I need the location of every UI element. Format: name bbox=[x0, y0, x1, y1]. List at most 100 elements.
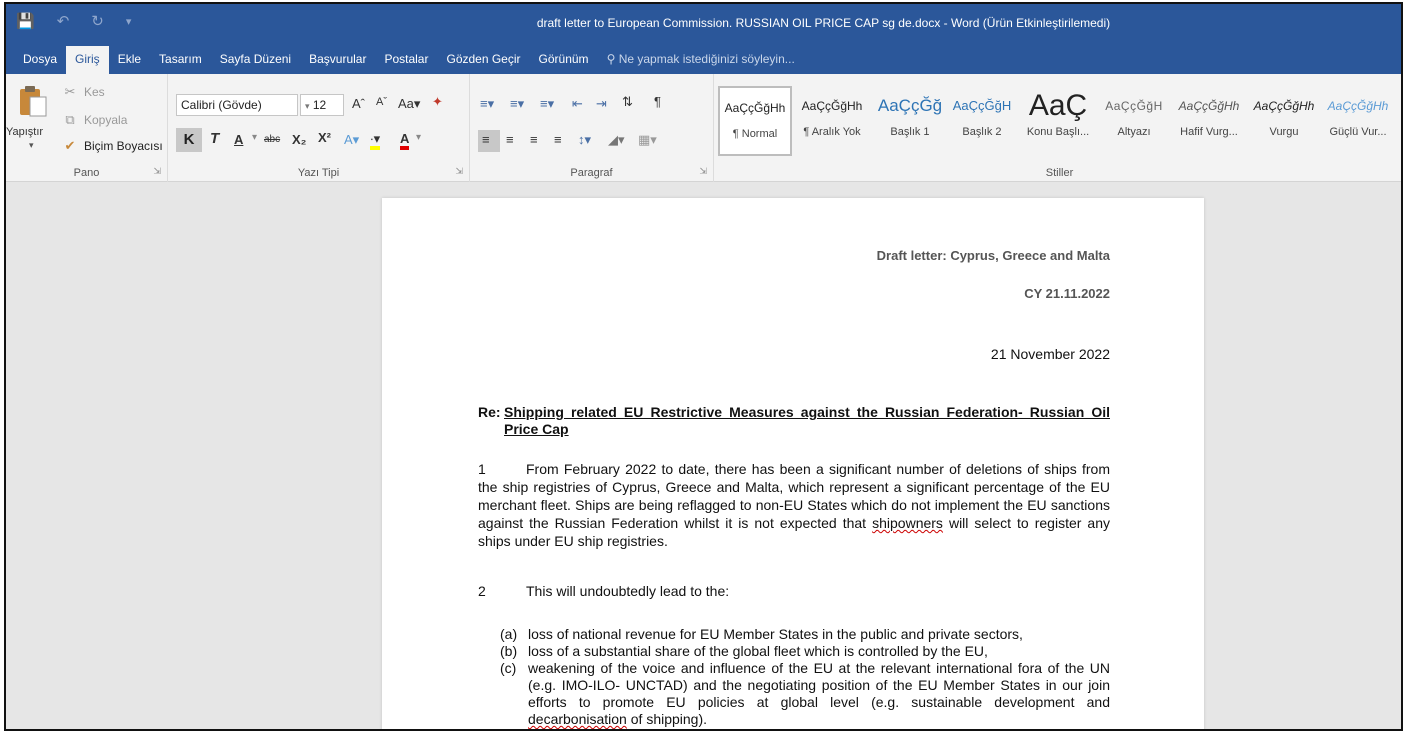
style-emphasis[interactable]: AaÇçĞğHh Vurgu bbox=[1248, 86, 1320, 156]
cut-button[interactable]: ✂ Kes bbox=[62, 84, 105, 100]
scissors-icon: ✂ bbox=[64, 84, 76, 99]
tab-basvurular[interactable]: Başvurular bbox=[300, 46, 375, 74]
style-no-spacing[interactable]: AaÇçĞğHh ¶ Aralık Yok bbox=[794, 86, 870, 156]
style-heading-2[interactable]: AaÇçĞğH Başlık 2 bbox=[948, 86, 1016, 156]
borders-icon[interactable]: ▦▾ bbox=[638, 132, 657, 148]
clipboard-launcher-icon[interactable]: ⇲ bbox=[153, 166, 161, 177]
paragraph-launcher-icon[interactable]: ⇲ bbox=[699, 166, 707, 177]
document-page[interactable]: Draft letter: Cyprus, Greece and Malta C… bbox=[382, 198, 1204, 729]
shrink-font-icon[interactable]: Aˇ bbox=[376, 96, 387, 108]
numbering-icon[interactable]: ≡▾ bbox=[510, 96, 524, 112]
style-heading-2-sample: AaÇçĞğH bbox=[952, 98, 1012, 113]
letter-date: 21 November 2022 bbox=[990, 346, 1110, 362]
style-no-spacing-sample: AaÇçĞğHh bbox=[801, 99, 863, 113]
italic-button[interactable]: T bbox=[210, 130, 219, 147]
text-effects-icon[interactable]: A▾ bbox=[344, 132, 359, 148]
show-formatting-marks-icon[interactable]: ¶ bbox=[654, 94, 661, 109]
tab-giris[interactable]: Giriş bbox=[66, 46, 109, 74]
paste-icon[interactable] bbox=[18, 84, 48, 118]
format-painter-button[interactable]: ✔ Biçim Boyacısı bbox=[62, 138, 163, 154]
paragraph-1: 1 From February 2022 to date, there has b… bbox=[478, 460, 1110, 550]
style-emphasis-sample: AaÇçĞğHh bbox=[1253, 99, 1315, 113]
subject-label: Re: bbox=[478, 404, 501, 420]
multilevel-list-icon[interactable]: ≡▾ bbox=[540, 96, 554, 112]
style-normal[interactable]: AaÇçĞğHh ¶ Normal bbox=[718, 86, 792, 156]
highlight-icon[interactable]: ∙▾ bbox=[370, 132, 381, 150]
lightbulb-icon: ⚲ bbox=[606, 52, 616, 66]
styles-group-label: Stiller bbox=[1045, 167, 1074, 179]
list-item: (b) loss of a substantial share of the g… bbox=[500, 643, 1110, 660]
spelling-error[interactable]: decarbonisation bbox=[528, 711, 627, 727]
tell-me-box[interactable]: ⚲ Ne yapmak istediğinizi söyleyin... bbox=[598, 46, 804, 74]
strikethrough-button[interactable]: abc bbox=[264, 134, 280, 145]
tab-tasarim[interactable]: Tasarım bbox=[150, 46, 211, 74]
align-right-icon[interactable]: ≡ bbox=[530, 132, 538, 147]
paragraph-1-number: 1 bbox=[478, 461, 486, 477]
change-case-icon[interactable]: Aa▾ bbox=[398, 96, 420, 112]
clear-formatting-icon[interactable]: ✦ bbox=[432, 94, 443, 110]
tab-gozden-gecir[interactable]: Gözden Geçir bbox=[437, 46, 529, 74]
paragraph-group: ≡▾ ≡▾ ≡▾ ⇤ ⇥ ⇅ ¶ ≡ ≡ ≡ ≡ ↕▾ ◢▾ ▦▾ Paragr… bbox=[470, 74, 714, 182]
clipboard-group: Yapıştır ▾ ✂ Kes ⧉ Kopyala ✔ Biçim Boyac… bbox=[6, 74, 168, 182]
font-color-dropdown-icon[interactable]: ▾ bbox=[416, 132, 421, 143]
tab-gorunum[interactable]: Görünüm bbox=[530, 46, 598, 74]
tell-me-text: Ne yapmak istediğinizi söyleyin... bbox=[618, 52, 795, 66]
style-subtitle[interactable]: AaÇçĞğH Altyazı bbox=[1098, 86, 1170, 156]
superscript-icon[interactable]: X² bbox=[318, 130, 331, 145]
list-item-text: loss of a substantial share of the globa… bbox=[528, 643, 988, 659]
list-item-marker: (c) bbox=[500, 660, 517, 676]
tab-dosya[interactable]: Dosya bbox=[14, 46, 66, 74]
decrease-indent-icon[interactable]: ⇤ bbox=[572, 96, 583, 112]
font-size-value: 12 bbox=[312, 98, 327, 112]
style-subtle-emphasis[interactable]: AaÇçĞğHh Hafif Vurg... bbox=[1172, 86, 1246, 156]
underline-dropdown-icon[interactable]: ▾ bbox=[252, 132, 257, 143]
style-subtitle-name: Altyazı bbox=[1117, 126, 1151, 138]
tab-ekle[interactable]: Ekle bbox=[109, 46, 150, 74]
bullets-icon[interactable]: ≡▾ bbox=[480, 96, 494, 112]
document-workspace[interactable]: Draft letter: Cyprus, Greece and Malta C… bbox=[6, 182, 1401, 729]
style-heading-1[interactable]: AaÇçĞğ Başlık 1 bbox=[874, 86, 946, 156]
spelling-error[interactable]: shipowners bbox=[872, 515, 943, 531]
font-group: Calibri (Gövde) ▾ 12 Aˆ Aˇ Aa▾ ✦ K T A ▾… bbox=[168, 74, 470, 182]
font-color-icon[interactable]: A bbox=[400, 132, 410, 150]
header-line-1: Draft letter: Cyprus, Greece and Malta bbox=[876, 248, 1110, 263]
style-subtle-emphasis-sample: AaÇçĞğHh bbox=[1178, 99, 1240, 113]
font-launcher-icon[interactable]: ⇲ bbox=[455, 166, 463, 177]
paintbrush-icon: ✔ bbox=[64, 138, 76, 153]
sort-icon[interactable]: ⇅ bbox=[622, 94, 633, 110]
list-item-marker: (b) bbox=[500, 643, 518, 659]
style-intense-emphasis[interactable]: AaÇçĞğHh Güçlü Vur... bbox=[1322, 86, 1394, 156]
copy-button[interactable]: ⧉ Kopyala bbox=[62, 112, 127, 128]
style-title[interactable]: AaÇ Konu Başlı... bbox=[1020, 86, 1096, 156]
increase-indent-icon[interactable]: ⇥ bbox=[596, 96, 607, 112]
grow-font-icon[interactable]: Aˆ bbox=[352, 96, 365, 111]
justify-icon[interactable]: ≡ bbox=[554, 132, 562, 147]
tab-sayfa-duzeni[interactable]: Sayfa Düzeni bbox=[211, 46, 300, 74]
subscript-icon[interactable]: X₂ bbox=[292, 132, 306, 147]
paste-button[interactable]: Yapıştır bbox=[6, 126, 43, 138]
style-title-sample: AaÇ bbox=[1028, 89, 1088, 122]
line-spacing-icon[interactable]: ↕▾ bbox=[578, 132, 591, 148]
style-emphasis-name: Vurgu bbox=[1269, 126, 1299, 138]
format-painter-label: Biçim Boyacısı bbox=[84, 139, 163, 153]
font-name-select[interactable]: Calibri (Gövde) bbox=[176, 94, 298, 116]
shading-icon[interactable]: ◢▾ bbox=[608, 132, 625, 148]
style-heading-1-sample: AaÇçĞğ bbox=[877, 96, 943, 115]
underline-button[interactable]: A bbox=[234, 132, 243, 147]
ribbon-tabs: Dosya Giriş Ekle Tasarım Sayfa Düzeni Ba… bbox=[6, 44, 1401, 74]
font-size-dropdown-icon: ▾ bbox=[305, 101, 310, 111]
style-title-name: Konu Başlı... bbox=[1026, 126, 1090, 138]
styles-group: AaÇçĞğHh ¶ Normal AaÇçĞğHh ¶ Aralık Yok … bbox=[714, 74, 1401, 182]
align-left-button[interactable]: ≡ bbox=[478, 130, 500, 152]
style-normal-sample: AaÇçĞğHh bbox=[724, 101, 786, 115]
style-no-spacing-name: ¶ Aralık Yok bbox=[803, 126, 861, 138]
paste-dropdown-icon[interactable]: ▾ bbox=[29, 140, 34, 151]
copy-label: Kopyala bbox=[84, 113, 128, 127]
bold-button[interactable]: K bbox=[176, 128, 202, 152]
cut-label: Kes bbox=[84, 85, 105, 99]
tab-postalar[interactable]: Postalar bbox=[375, 46, 437, 74]
align-center-icon[interactable]: ≡ bbox=[506, 132, 514, 147]
font-size-select[interactable]: ▾ 12 bbox=[300, 94, 344, 116]
style-normal-name: ¶ Normal bbox=[732, 128, 778, 140]
list-item-text-b: of shipping). bbox=[626, 711, 708, 727]
